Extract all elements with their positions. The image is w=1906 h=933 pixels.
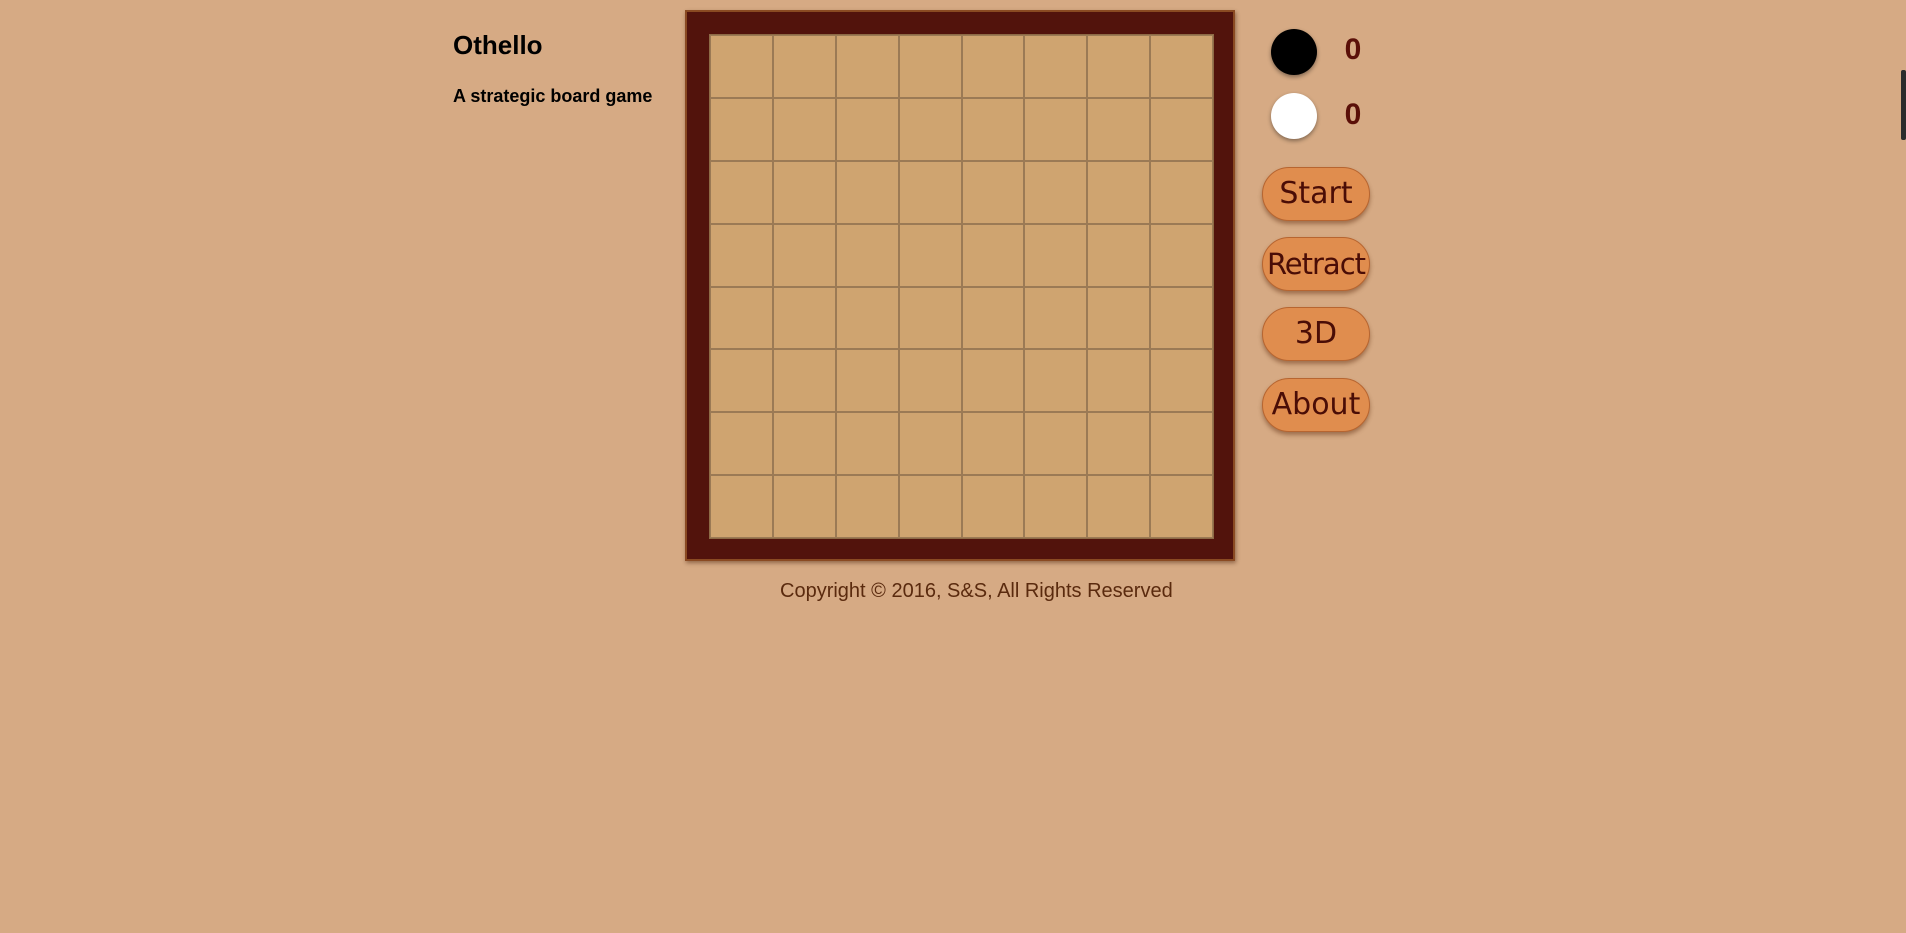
board-cell[interactable]	[710, 349, 773, 413]
board-cell[interactable]	[1087, 286, 1151, 350]
board-cell[interactable]	[961, 286, 1025, 350]
board-cell[interactable]	[1150, 475, 1213, 538]
board-cell[interactable]	[835, 349, 899, 413]
board-cell[interactable]	[710, 35, 773, 98]
board-cell[interactable]	[961, 223, 1025, 287]
board-cell[interactable]	[835, 160, 899, 224]
board-cell[interactable]	[961, 160, 1025, 224]
board-cell[interactable]	[835, 97, 899, 161]
game-page: Othello A strategic board game 0 0 Start…	[0, 0, 1906, 933]
board-cell[interactable]	[772, 475, 836, 538]
board-cell[interactable]	[1024, 35, 1088, 98]
board-cell[interactable]	[1024, 412, 1088, 476]
board-cell[interactable]	[835, 286, 899, 350]
board-cell[interactable]	[898, 223, 962, 287]
board-cell[interactable]	[710, 97, 773, 161]
board-cell[interactable]	[1087, 349, 1151, 413]
board-cell[interactable]	[835, 475, 899, 538]
board-cell[interactable]	[710, 160, 773, 224]
board-cell[interactable]	[898, 35, 962, 98]
board-cell[interactable]	[772, 412, 836, 476]
board-cell[interactable]	[772, 286, 836, 350]
board-cell[interactable]	[961, 97, 1025, 161]
board-cell[interactable]	[1024, 160, 1088, 224]
board-cell[interactable]	[772, 349, 836, 413]
start-button[interactable]: Start	[1262, 167, 1370, 221]
board-cell[interactable]	[1087, 97, 1151, 161]
board-cell[interactable]	[1024, 223, 1088, 287]
board-cell[interactable]	[710, 286, 773, 350]
board-cell[interactable]	[961, 35, 1025, 98]
board-cell[interactable]	[1087, 223, 1151, 287]
copyright-text: Copyright © 2016, S&S, All Rights Reserv…	[780, 580, 1173, 602]
board-cell[interactable]	[1150, 35, 1213, 98]
board-cell[interactable]	[1087, 35, 1151, 98]
board-cell[interactable]	[961, 412, 1025, 476]
board-cell[interactable]	[710, 223, 773, 287]
board-cell[interactable]	[710, 412, 773, 476]
page-title: Othello	[453, 30, 543, 60]
board-cell[interactable]	[961, 349, 1025, 413]
board-grid	[709, 34, 1214, 539]
board-cell[interactable]	[898, 97, 962, 161]
board-cell[interactable]	[1150, 97, 1213, 161]
black-score: 0	[1344, 33, 1362, 66]
board-cell[interactable]	[1087, 475, 1151, 538]
board-cell[interactable]	[1150, 223, 1213, 287]
board-cell[interactable]	[772, 223, 836, 287]
board-cell[interactable]	[1024, 475, 1088, 538]
game-board	[685, 10, 1235, 561]
board-cell[interactable]	[835, 412, 899, 476]
board-cell[interactable]	[772, 97, 836, 161]
board-cell[interactable]	[1150, 286, 1213, 350]
board-cell[interactable]	[710, 475, 773, 538]
board-cell[interactable]	[772, 160, 836, 224]
board-cell[interactable]	[1024, 349, 1088, 413]
board-cell[interactable]	[961, 475, 1025, 538]
white-score: 0	[1344, 98, 1362, 131]
board-cell[interactable]	[898, 412, 962, 476]
board-cell[interactable]	[1024, 286, 1088, 350]
retract-button[interactable]: Retract	[1262, 237, 1370, 291]
board-cell[interactable]	[898, 475, 962, 538]
board-cell[interactable]	[1087, 412, 1151, 476]
board-cell[interactable]	[835, 35, 899, 98]
white-disc-icon	[1271, 93, 1317, 139]
view-3d-button[interactable]: 3D	[1262, 307, 1370, 361]
board-cell[interactable]	[1150, 160, 1213, 224]
board-cell[interactable]	[898, 160, 962, 224]
black-disc-icon	[1271, 29, 1317, 75]
board-cell[interactable]	[835, 223, 899, 287]
page-subtitle: A strategic board game	[453, 86, 653, 106]
board-cell[interactable]	[1150, 349, 1213, 413]
board-cell[interactable]	[898, 286, 962, 350]
board-cell[interactable]	[1024, 97, 1088, 161]
board-cell[interactable]	[1150, 412, 1213, 476]
board-cell[interactable]	[1087, 160, 1151, 224]
scrollbar-thumb[interactable]	[1901, 70, 1906, 140]
board-cell[interactable]	[898, 349, 962, 413]
about-button[interactable]: About	[1262, 378, 1370, 432]
board-cell[interactable]	[772, 35, 836, 98]
